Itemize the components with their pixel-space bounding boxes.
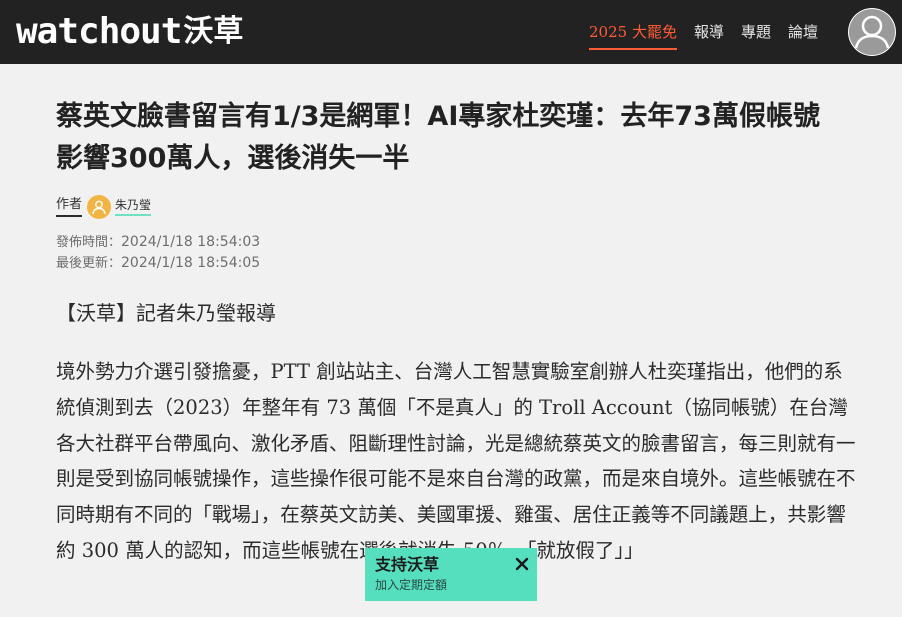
site-logo[interactable]: watchout 沃草 <box>16 12 243 52</box>
published-label: 發佈時間： <box>56 235 122 250</box>
author-row: 作者 朱乃瑩 <box>56 194 856 220</box>
article-dates: 發佈時間：2024/1/18 18:54:03 最後更新：2024/1/18 1… <box>56 232 856 274</box>
author-name-link[interactable]: 朱乃瑩 <box>115 198 152 216</box>
cta-subtitle: 加入定期定額 <box>375 578 448 592</box>
nav-item-recall[interactable]: 2025 大罷免 <box>589 20 677 50</box>
updated-value: 2024/1/18 18:54:05 <box>121 255 261 271</box>
updated-label: 最後更新： <box>56 256 122 271</box>
main-nav: 2025 大罷免 報導 專題 論壇 <box>572 20 818 50</box>
logo-wordmark: watchout <box>16 11 182 52</box>
close-icon[interactable] <box>513 555 531 573</box>
support-cta-banner[interactable]: 支持沃草 加入定期定額 <box>365 548 537 601</box>
site-header: watchout 沃草 2025 大罷免 報導 專題 論壇 <box>0 0 902 64</box>
article-paragraph: 境外勢力介選引發擔憂，PTT 創站站主、台灣人工智慧實驗室創辦人杜奕瑾指出，他們… <box>56 360 856 562</box>
published-value: 2024/1/18 18:54:03 <box>121 234 261 250</box>
author-label: 作者 <box>56 197 83 217</box>
cta-title: 支持沃草 <box>375 555 440 574</box>
article: 蔡英文臉書留言有1/3是網軍！AI專家杜奕瑾：去年73萬假帳號影響300萬人，選… <box>56 64 856 569</box>
logo-chinese: 沃草 <box>183 14 244 49</box>
user-avatar-icon <box>849 9 895 55</box>
published-time: 發佈時間：2024/1/18 18:54:03 <box>56 232 856 253</box>
article-title: 蔡英文臉書留言有1/3是網軍！AI專家杜奕瑾：去年73萬假帳號影響300萬人，選… <box>56 101 820 174</box>
author-avatar[interactable] <box>87 195 112 219</box>
updated-time: 最後更新：2024/1/18 18:54:05 <box>56 253 856 274</box>
person-icon <box>92 200 106 215</box>
nav-item-forum[interactable]: 論壇 <box>788 20 818 50</box>
nav-item-reports[interactable]: 報導 <box>694 20 724 50</box>
article-byline: 【沃草】記者朱乃瑩報導 <box>56 301 276 325</box>
user-account-button[interactable] <box>848 8 896 56</box>
nav-item-topics[interactable]: 專題 <box>741 20 771 50</box>
